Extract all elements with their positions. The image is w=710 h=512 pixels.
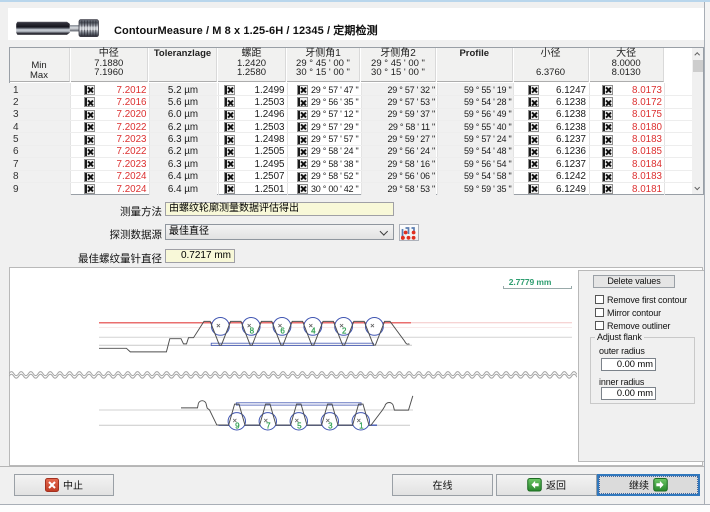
svg-text:2: 2 (342, 326, 347, 335)
svg-text:8: 8 (250, 326, 255, 335)
svg-text:4: 4 (311, 326, 316, 335)
svg-text:6: 6 (280, 326, 285, 335)
svg-text:7: 7 (266, 421, 271, 430)
svg-text:9: 9 (235, 421, 240, 430)
svg-text:3: 3 (328, 421, 333, 430)
svg-text:5: 5 (297, 421, 302, 430)
svg-text:1: 1 (359, 421, 364, 430)
